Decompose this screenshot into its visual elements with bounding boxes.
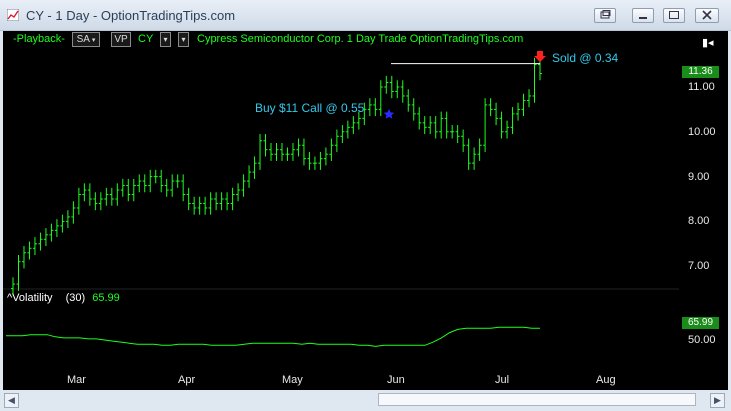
last-vol-tag: 65.99: [682, 317, 719, 329]
x-tick-label: Jun: [387, 374, 405, 386]
y-tick-label: 8.00: [688, 215, 710, 227]
minimize-icon: [639, 17, 647, 19]
buy-annotation: Buy $11 Call @ 0.55: [255, 101, 365, 115]
buy-marker-icon: [383, 109, 395, 119]
maximize-button[interactable]: [663, 8, 685, 23]
x-tick-label: May: [282, 374, 303, 386]
y-tick-label: 11.00: [688, 81, 715, 93]
scroll-right-button[interactable]: ▶: [710, 393, 725, 408]
horizontal-scrollbar[interactable]: ◀ ▶: [0, 390, 731, 411]
x-tick-label: Aug: [596, 374, 616, 386]
sell-marker-icon: [534, 51, 546, 62]
scroll-left-button[interactable]: ◀: [4, 393, 19, 408]
maximize-icon: [669, 11, 679, 19]
volatility-name: ^Volatility: [7, 292, 53, 304]
price-chart[interactable]: [3, 31, 728, 390]
minimize-button[interactable]: [632, 8, 654, 23]
restore-icon: [600, 10, 611, 19]
sell-annotation: Sold @ 0.34: [552, 51, 619, 65]
window-titlebar: CY - 1 Day - OptionTradingTips.com: [0, 0, 731, 31]
arrow-right-icon: ▶: [714, 395, 721, 405]
x-tick-label: Jul: [495, 374, 510, 386]
close-icon: [702, 10, 712, 20]
volatility-legend: ^Volatility (30) 65.99: [7, 292, 120, 304]
chart-area[interactable]: -Playback- SA ▾ VP CY ▾ ▾ Cypress Semico…: [3, 31, 728, 390]
vol-tick-label: 50.00: [688, 334, 716, 346]
last-price-tag: 11.36: [682, 66, 719, 78]
y-tick-label: 9.00: [688, 171, 710, 183]
volatility-value: 65.99: [92, 292, 120, 304]
volatility-line: [6, 326, 540, 347]
volatility-period: (30): [65, 292, 86, 304]
close-button[interactable]: [695, 8, 719, 23]
restore-button[interactable]: [594, 8, 616, 23]
window-title: CY - 1 Day - OptionTradingTips.com: [26, 8, 236, 23]
x-tick-label: Mar: [67, 374, 86, 386]
x-tick-label: Apr: [178, 374, 196, 386]
y-tick-label: 10.00: [688, 126, 716, 138]
chart-app-icon: [7, 9, 19, 21]
arrow-left-icon: ◀: [8, 395, 15, 405]
y-tick-label: 7.00: [688, 260, 710, 272]
scroll-thumb[interactable]: [378, 393, 696, 406]
